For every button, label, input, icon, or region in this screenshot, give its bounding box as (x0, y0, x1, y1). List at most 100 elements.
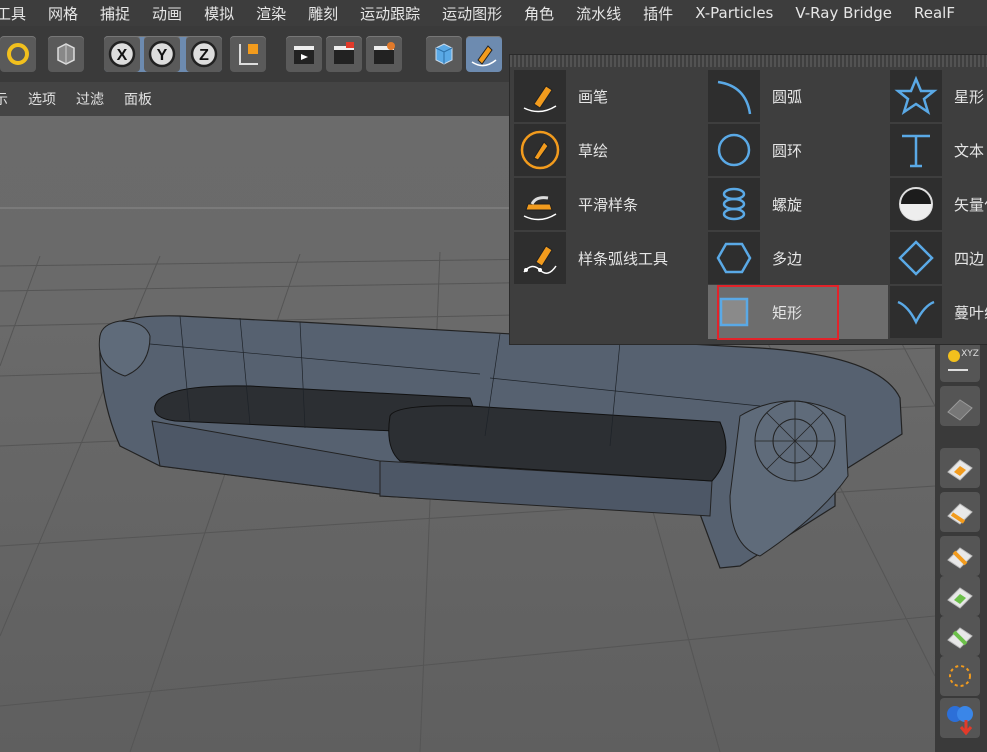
menu-animate[interactable]: 动画 (141, 3, 193, 24)
spline-arc-tool-icon (523, 245, 557, 274)
pen-spline-icon (471, 45, 497, 67)
z-axis-icon: Z (190, 40, 218, 68)
helix-icon (722, 187, 746, 221)
menu-render[interactable]: 渲染 (245, 3, 297, 24)
spline-cissoid[interactable]: 蔓叶线 (890, 285, 987, 339)
clapper-gear-icon (374, 42, 395, 64)
menu-x-particles[interactable]: X-Particles (684, 4, 784, 22)
text-icon (902, 134, 930, 168)
polygons-icon (947, 459, 973, 481)
arc-label: 圆弧 (772, 87, 803, 106)
menu-plugins[interactable]: 插件 (632, 3, 684, 24)
sketch-label: 草绘 (578, 141, 609, 160)
cissoid-label: 蔓叶线 (954, 303, 987, 322)
edge-mode-button[interactable] (940, 492, 980, 532)
svg-text:XYZ: XYZ (961, 349, 979, 359)
viewport-menu-filter[interactable]: 过滤 (66, 89, 114, 109)
rotate-icon (7, 43, 29, 65)
uv-points-icon (947, 627, 973, 649)
cissoid-icon (897, 300, 935, 325)
axis-mode-button[interactable] (940, 656, 980, 696)
menu-realflow[interactable]: RealF (903, 4, 966, 22)
pen-label: 画笔 (578, 87, 609, 106)
rotate-tool-button[interactable] (0, 36, 36, 72)
object-mode-button[interactable] (48, 36, 84, 72)
spline-arc-tool[interactable]: 样条弧线工具 (514, 231, 668, 285)
spline-text[interactable]: 文本 (890, 123, 984, 177)
world-axis-icon (239, 44, 258, 65)
smooth-spline-label: 平滑样条 (578, 195, 639, 214)
circle-icon (717, 133, 751, 167)
spline-four-sided[interactable]: 四边 (890, 231, 984, 285)
spline-arc-tool-label: 样条弧线工具 (578, 249, 669, 268)
spline-arc[interactable]: 圆弧 (708, 69, 802, 123)
arc-icon (717, 80, 752, 115)
text-label: 文本 (954, 141, 985, 160)
star-icon (894, 75, 938, 115)
menu-motion-tracking[interactable]: 运动跟踪 (349, 3, 431, 24)
spline-smooth-tool[interactable]: 平滑样条 (514, 177, 638, 231)
circle-label: 圆环 (772, 141, 803, 160)
menu-vray-bridge[interactable]: V-Ray Bridge (784, 4, 903, 22)
xyz-coordinates-icon: XYZ (948, 349, 979, 371)
workplane-icon (947, 399, 973, 421)
sofa-model (98, 315, 903, 569)
smooth-spline-icon (523, 196, 557, 221)
spline-pen-tool[interactable]: 画笔 (514, 69, 608, 123)
uv-points-button[interactable] (940, 616, 980, 656)
svg-text:X: X (117, 47, 128, 64)
spline-vectorizer[interactable]: 矢量化 (890, 177, 987, 231)
four-sided-label: 四边 (954, 249, 985, 268)
cube-primitive-button[interactable] (426, 36, 462, 72)
render-view-button[interactable] (286, 36, 322, 72)
sketch-icon (520, 130, 560, 170)
clapper-play-icon (334, 42, 354, 64)
menu-simulate[interactable]: 模拟 (193, 3, 245, 24)
cube-outline-icon (57, 43, 75, 65)
polygon-label: 多边 (772, 249, 803, 268)
svg-text:Z: Z (199, 47, 209, 64)
polygon-mode-button[interactable] (940, 448, 980, 488)
viewport-menu-display[interactable]: 示 (0, 89, 18, 109)
menu-snap[interactable]: 捕捉 (89, 3, 141, 24)
spline-polygon[interactable]: 多边 (708, 231, 802, 285)
spline-pen-button[interactable] (466, 36, 502, 72)
rectangle-highlight-box (717, 285, 839, 340)
menu-mograph[interactable]: 运动图形 (431, 3, 513, 24)
star-label: 星形 (954, 87, 985, 106)
menu-sculpt[interactable]: 雕刻 (297, 3, 349, 24)
coordinates-button[interactable]: XYZ (940, 342, 980, 382)
spline-star[interactable]: 星形 (890, 69, 984, 123)
cube-icon (435, 43, 453, 65)
vectorizer-icon (899, 187, 933, 221)
menu-character[interactable]: 角色 (513, 3, 565, 24)
x-axis-icon: X (108, 40, 136, 68)
x-axis-button[interactable]: X (104, 36, 140, 72)
popup-drag-handle[interactable] (510, 55, 987, 67)
menu-tools[interactable]: 工具 (0, 3, 37, 24)
coordinate-system-button[interactable] (230, 36, 266, 72)
viewport-menu-panel[interactable]: 面板 (114, 89, 162, 109)
point-mode-button[interactable] (940, 536, 980, 576)
spheres-arrow-icon (947, 706, 973, 736)
render-to-picture-viewer-button[interactable] (326, 36, 362, 72)
spline-sketch-tool[interactable]: 草绘 (514, 123, 608, 177)
y-axis-button[interactable]: Y (144, 36, 180, 72)
render-settings-button[interactable] (366, 36, 402, 72)
spline-helix[interactable]: 螺旋 (708, 177, 802, 231)
points-icon (947, 547, 973, 569)
menu-mesh[interactable]: 网格 (37, 3, 89, 24)
soft-selection-button[interactable] (940, 698, 980, 738)
edges-icon (947, 503, 973, 525)
spline-circle[interactable]: 圆环 (708, 123, 802, 177)
four-sided-icon (898, 240, 934, 276)
uv-polygon-button[interactable] (940, 576, 980, 616)
helix-label: 螺旋 (772, 195, 803, 214)
clapper-icon (294, 46, 314, 64)
workplane-button[interactable] (940, 386, 980, 426)
svg-text:Y: Y (157, 47, 168, 64)
viewport-menu-options[interactable]: 选项 (18, 89, 66, 109)
vectorizer-label: 矢量化 (954, 195, 987, 214)
menu-pipeline[interactable]: 流水线 (565, 3, 632, 24)
z-axis-button[interactable]: Z (186, 36, 222, 72)
